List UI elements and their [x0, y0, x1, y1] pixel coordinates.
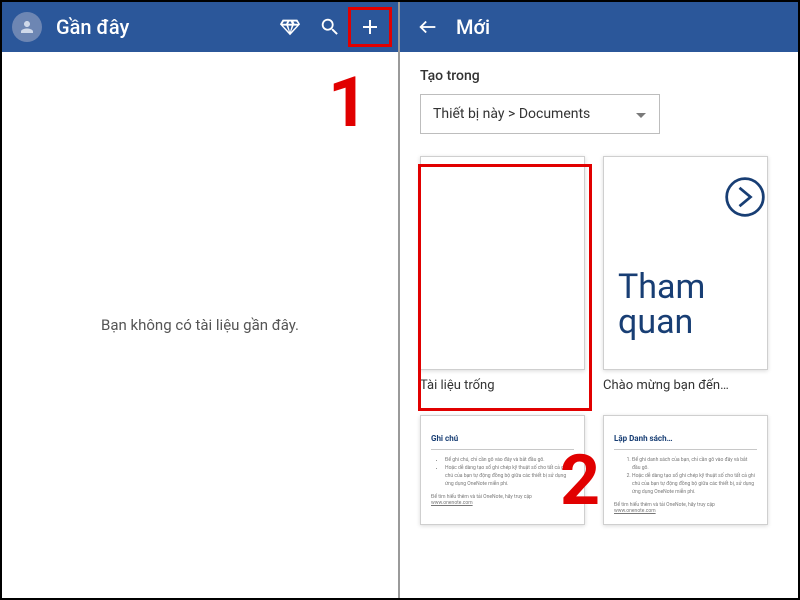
new-body: Tạo trong Thiết bị này > Documents Tài l… [400, 52, 798, 598]
new-screen: Mới Tạo trong Thiết bị này > Documents T… [400, 2, 798, 598]
doc-preview-lines: Để ghi danh sách của bạn, chỉ cần gõ vào… [614, 456, 757, 496]
tour-text: Tham quan [618, 270, 767, 369]
template-notes[interactable]: Ghi chú Để ghi chú, chỉ cần gõ vào đây v… [420, 415, 585, 525]
profile-avatar[interactable] [12, 12, 42, 42]
premium-button[interactable] [272, 9, 308, 45]
recent-screen: Gần đây Bạn không có tài liệu gần đây. [2, 2, 400, 598]
arrow-left-icon [417, 16, 439, 38]
page-title-recent: Gần đây [56, 15, 268, 39]
search-button[interactable] [312, 9, 348, 45]
doc-preview-lines: Để ghi chú, chỉ cần gõ vào đây và bắt đầ… [431, 456, 574, 488]
new-button[interactable] [352, 9, 388, 45]
topbar-right: Mới [400, 2, 798, 52]
arrow-right-circle-icon [723, 175, 767, 223]
location-dropdown-value: Thiết bị này > Documents [433, 106, 635, 122]
doc-footer: Để tìm hiểu thêm và tải OneNote, hãy tru… [614, 502, 757, 514]
template-make-list[interactable]: Lập Danh sách… Để ghi danh sách của bạn,… [603, 415, 768, 525]
caret-down-icon [635, 105, 647, 124]
search-icon [319, 16, 341, 38]
template-caption: Tài liệu trống [420, 378, 585, 393]
back-button[interactable] [410, 9, 446, 45]
page-title-new: Mới [456, 15, 490, 39]
topbar-left: Gần đây [2, 2, 398, 52]
plus-icon [358, 15, 382, 39]
doc-title: Lập Danh sách… [614, 434, 673, 443]
doc-footer: Để tìm hiểu thêm và tải OneNote, hãy tru… [431, 494, 574, 506]
template-caption: Chào mừng bạn đến… [603, 378, 768, 393]
doc-title: Ghi chú [431, 434, 458, 443]
empty-message: Bạn không có tài liệu gần đây. [101, 316, 299, 334]
person-icon [18, 18, 36, 36]
diamond-icon [279, 16, 301, 38]
recent-empty-state: Bạn không có tài liệu gần đây. [2, 52, 398, 598]
create-in-label: Tạo trong [420, 68, 778, 84]
template-welcome-tour[interactable]: Tham quan [603, 156, 768, 370]
location-dropdown[interactable]: Thiết bị này > Documents [420, 94, 660, 134]
template-blank-document[interactable] [420, 156, 585, 370]
